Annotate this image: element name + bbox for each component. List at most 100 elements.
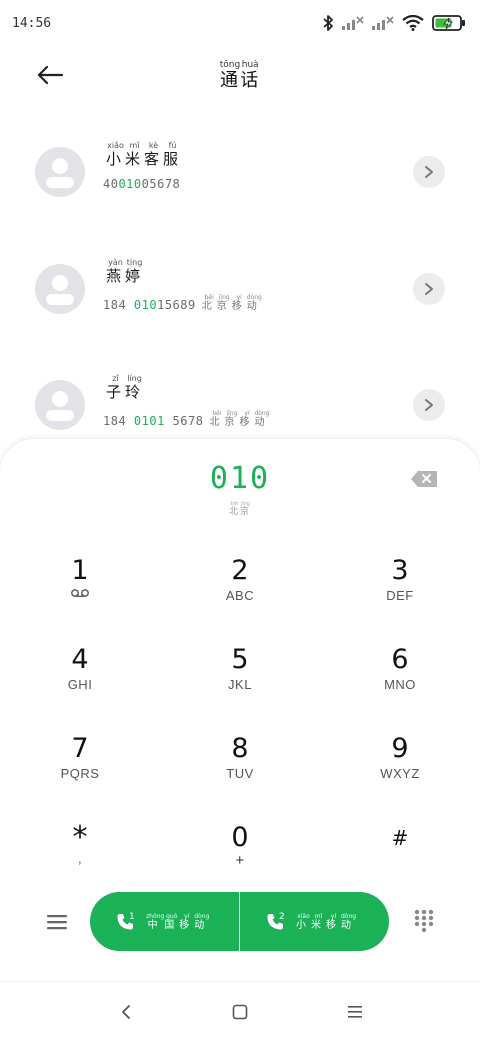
call-sim1-button[interactable]: 1 中zhōng国guó移yí动dòng (90, 892, 239, 951)
sim-badge: 2 (279, 912, 285, 922)
avatar (35, 147, 85, 197)
key-letters: GHI (67, 677, 93, 692)
contact-detail-button[interactable] (413, 273, 445, 305)
key-letters: ABC (225, 588, 255, 603)
key-digit: 3 (391, 555, 409, 586)
carrier-label: 中zhōng国guó移yí动dòng (146, 912, 210, 931)
avatar (35, 380, 85, 430)
avatar-person-body (46, 177, 74, 188)
bluetooth-icon (323, 15, 333, 31)
menu-button[interactable] (40, 907, 74, 937)
key-letters: , (77, 851, 83, 866)
call-button-group: 1 中zhōng国guó移yí动dòng 2 小xiǎo米mǐ移yí动dòng (90, 892, 389, 951)
status-time: 14:56 (12, 15, 52, 31)
backspace-icon (411, 471, 437, 487)
title-char: 话huà (240, 60, 261, 91)
title-char: 通tōng (219, 60, 241, 91)
contact-number: 184 01015689 北běi京jīng移yí动dòng (103, 294, 262, 312)
nav-back-icon (122, 1005, 130, 1019)
key-5[interactable]: 5 JKL (180, 643, 300, 713)
key-digit: * (72, 820, 88, 855)
key-letters: WXYZ (380, 766, 420, 781)
key-letters: JKL (228, 677, 252, 692)
key-star[interactable]: * , (20, 821, 140, 891)
avatar-person-icon (52, 391, 68, 407)
arrow-left-icon (37, 65, 64, 85)
avatar-person-icon (52, 158, 68, 174)
carrier-label: 小xiǎo米mǐ移yí动dòng (296, 912, 357, 931)
dialpad-icon (414, 909, 434, 933)
contact-number: 4001005678 (103, 177, 181, 191)
contact-name: 子zǐ玲líng (106, 374, 145, 401)
key-digit: 0 (231, 822, 249, 853)
contact-name: 小xiǎo米mǐ客kè服fú (106, 141, 183, 168)
chevron-right-icon (425, 166, 433, 178)
wifi-icon (402, 15, 424, 31)
voicemail-icon (71, 589, 89, 597)
contact-list-item[interactable]: 燕yàn婷tíng 184 01015689 北běi京jīng移yí动dòng (0, 258, 480, 344)
contact-location: 北běi京jīng移yí动dòng (209, 410, 270, 428)
key-9[interactable]: 9 WXYZ (340, 732, 460, 802)
back-button[interactable] (30, 58, 70, 92)
key-letters: MNO (384, 677, 416, 692)
dialed-number-location: 北běi京jīng (228, 501, 252, 517)
avatar (35, 264, 85, 314)
navigation-bar (0, 981, 480, 1040)
key-letters: DEF (386, 588, 414, 603)
keypad-toggle-button[interactable] (410, 907, 438, 935)
contact-number: 184 0101 5678 北běi京jīng移yí动dòng (103, 410, 270, 428)
contact-detail-button[interactable] (413, 389, 445, 421)
nav-home-button[interactable] (225, 1000, 255, 1024)
hamburger-menu-icon (47, 915, 67, 930)
signal-sim1-icon (342, 16, 364, 30)
number-match-highlight: 010 (133, 298, 158, 312)
chevron-right-icon (425, 399, 433, 411)
header: 通tōng话huà (0, 46, 480, 108)
contact-location: 北běi京jīng移yí动dòng (201, 294, 262, 312)
contact-detail-button[interactable] (413, 156, 445, 188)
key-digit: 9 (391, 733, 409, 764)
key-7[interactable]: 7 PQRS (20, 732, 140, 802)
page-title: 通tōng话huà (190, 60, 290, 92)
key-4[interactable]: 4 GHI (20, 643, 140, 713)
signal-sim2-icon (372, 16, 394, 30)
avatar-person-body (46, 294, 74, 305)
key-digit: 5 (231, 644, 249, 675)
nav-home-icon (232, 1004, 248, 1020)
nav-back-button[interactable] (111, 1000, 141, 1024)
key-letters: TUV (226, 766, 254, 781)
nav-recents-button[interactable] (340, 1000, 370, 1024)
key-8[interactable]: 8 TUV (180, 732, 300, 802)
key-digit: 2 (231, 555, 249, 586)
battery-charging-icon (432, 15, 465, 31)
key-digit: # (391, 826, 409, 850)
key-6[interactable]: 6 MNO (340, 643, 460, 713)
key-digit: 7 (71, 733, 89, 764)
contact-list-item[interactable]: 小xiǎo米mǐ客kè服fú 4001005678 (0, 141, 480, 227)
key-3[interactable]: 3 DEF (340, 554, 460, 624)
number-match-highlight: 0101 (133, 414, 165, 428)
key-hash[interactable]: # (340, 821, 460, 891)
key-digit: 8 (231, 733, 249, 764)
sim-badge: 1 (129, 912, 135, 922)
key-letters: + (235, 852, 245, 869)
dialer-panel: 010 北běi京jīng 1 2 ABC 3 DEF 4 GHI 5 JKL … (0, 439, 480, 1040)
backspace-button[interactable] (408, 467, 440, 491)
number-match-highlight: 010 (118, 177, 142, 191)
key-digit: 6 (391, 644, 409, 675)
status-bar: 14:56 (0, 0, 480, 46)
avatar-person-icon (52, 275, 68, 291)
status-icons (322, 14, 466, 32)
key-digit: 1 (71, 555, 89, 586)
page-title-text: 通tōng话huà (219, 60, 261, 91)
contact-name: 燕yàn婷tíng (106, 258, 145, 285)
key-digit: 4 (71, 644, 89, 675)
chevron-right-icon (425, 283, 433, 295)
nav-recents-icon (348, 1006, 362, 1018)
avatar-person-body (46, 410, 74, 421)
call-sim2-button[interactable]: 2 小xiǎo米mǐ移yí动dòng (240, 892, 389, 951)
key-letters: PQRS (60, 766, 100, 781)
key-0[interactable]: 0 + (180, 821, 300, 891)
key-2[interactable]: 2 ABC (180, 554, 300, 624)
key-1[interactable]: 1 (20, 554, 140, 624)
